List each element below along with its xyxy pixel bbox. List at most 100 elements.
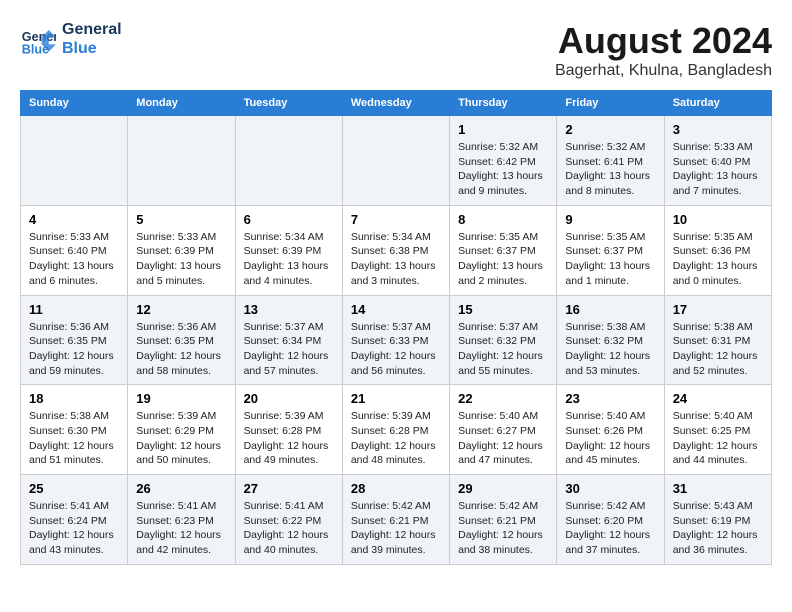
day-cell: 12 Sunrise: 5:36 AM Sunset: 6:35 PM Dayli… xyxy=(128,295,235,385)
day-cell: 17Sunrise: 5:38 AM Sunset: 6:31 PM Dayli… xyxy=(664,295,771,385)
day-info: Sunrise: 5:41 AM Sunset: 6:23 PM Dayligh… xyxy=(136,500,221,556)
day-number: 1 xyxy=(458,122,548,137)
day-number: 31 xyxy=(673,481,763,496)
day-number: 18 xyxy=(29,391,119,406)
day-info: Sunrise: 5:33 AM Sunset: 6:40 PM Dayligh… xyxy=(673,141,758,197)
day-number: 12 xyxy=(136,302,226,317)
day-cell: 7 Sunrise: 5:34 AM Sunset: 6:38 PM Daylig… xyxy=(342,205,449,295)
day-info: Sunrise: 5:38 AM Sunset: 6:32 PM Dayligh… xyxy=(565,321,650,377)
day-info: Sunrise: 5:36 AM Sunset: 6:35 PM Dayligh… xyxy=(29,321,114,377)
day-number: 21 xyxy=(351,391,441,406)
day-info: Sunrise: 5:33 AM Sunset: 6:40 PM Dayligh… xyxy=(29,231,114,287)
header-wednesday: Wednesday xyxy=(342,91,449,116)
day-cell: 29Sunrise: 5:42 AM Sunset: 6:21 PM Dayli… xyxy=(450,475,557,565)
day-cell: 19 Sunrise: 5:39 AM Sunset: 6:29 PM Dayli… xyxy=(128,385,235,475)
day-info: Sunrise: 5:38 AM Sunset: 6:30 PM Dayligh… xyxy=(29,410,114,466)
day-number: 16 xyxy=(565,302,655,317)
day-number: 14 xyxy=(351,302,441,317)
day-info: Sunrise: 5:37 AM Sunset: 6:33 PM Dayligh… xyxy=(351,321,436,377)
day-info: Sunrise: 5:38 AM Sunset: 6:31 PM Dayligh… xyxy=(673,321,758,377)
day-number: 5 xyxy=(136,212,226,227)
day-info: Sunrise: 5:40 AM Sunset: 6:27 PM Dayligh… xyxy=(458,410,543,466)
day-info: Sunrise: 5:37 AM Sunset: 6:32 PM Dayligh… xyxy=(458,321,543,377)
header-row: Sunday Monday Tuesday Wednesday Thursday… xyxy=(21,91,772,116)
day-info: Sunrise: 5:37 AM Sunset: 6:34 PM Dayligh… xyxy=(244,321,329,377)
title-block: August 2024 Bagerhat, Khulna, Bangladesh xyxy=(555,20,772,80)
day-info: Sunrise: 5:39 AM Sunset: 6:28 PM Dayligh… xyxy=(244,410,329,466)
day-info: Sunrise: 5:34 AM Sunset: 6:38 PM Dayligh… xyxy=(351,231,436,287)
day-number: 2 xyxy=(565,122,655,137)
day-cell: 13 Sunrise: 5:37 AM Sunset: 6:34 PM Dayli… xyxy=(235,295,342,385)
day-info: Sunrise: 5:39 AM Sunset: 6:29 PM Dayligh… xyxy=(136,410,221,466)
day-cell: 2 Sunrise: 5:32 AM Sunset: 6:41 PM Daylig… xyxy=(557,116,664,206)
day-cell xyxy=(342,116,449,206)
day-info: Sunrise: 5:40 AM Sunset: 6:26 PM Dayligh… xyxy=(565,410,650,466)
day-number: 26 xyxy=(136,481,226,496)
day-cell: 18 Sunrise: 5:38 AM Sunset: 6:30 PM Dayli… xyxy=(21,385,128,475)
day-cell: 27 Sunrise: 5:41 AM Sunset: 6:22 PM Dayli… xyxy=(235,475,342,565)
logo-name-line1: General xyxy=(62,20,122,39)
day-cell: 23 Sunrise: 5:40 AM Sunset: 6:26 PM Dayli… xyxy=(557,385,664,475)
day-number: 8 xyxy=(458,212,548,227)
day-info: Sunrise: 5:41 AM Sunset: 6:22 PM Dayligh… xyxy=(244,500,329,556)
logo-name-line2: Blue xyxy=(62,39,122,58)
day-cell: 3 Sunrise: 5:33 AM Sunset: 6:40 PM Daylig… xyxy=(664,116,771,206)
week-row-2: 4Sunrise: 5:33 AM Sunset: 6:40 PM Daylig… xyxy=(21,205,772,295)
header-thursday: Thursday xyxy=(450,91,557,116)
header-sunday: Sunday xyxy=(21,91,128,116)
main-title: August 2024 xyxy=(555,20,772,62)
day-cell: 22 Sunrise: 5:40 AM Sunset: 6:27 PM Dayli… xyxy=(450,385,557,475)
day-number: 27 xyxy=(244,481,334,496)
day-info: Sunrise: 5:43 AM Sunset: 6:19 PM Dayligh… xyxy=(673,500,758,556)
day-number: 9 xyxy=(565,212,655,227)
day-cell: 26 Sunrise: 5:41 AM Sunset: 6:23 PM Dayli… xyxy=(128,475,235,565)
week-row-1: 1 Sunrise: 5:32 AM Sunset: 6:42 PM Daylig… xyxy=(21,116,772,206)
day-cell: 11 Sunrise: 5:36 AM Sunset: 6:35 PM Dayli… xyxy=(21,295,128,385)
day-info: Sunrise: 5:34 AM Sunset: 6:39 PM Dayligh… xyxy=(244,231,329,287)
day-info: Sunrise: 5:35 AM Sunset: 6:36 PM Dayligh… xyxy=(673,231,758,287)
day-number: 20 xyxy=(244,391,334,406)
day-info: Sunrise: 5:39 AM Sunset: 6:28 PM Dayligh… xyxy=(351,410,436,466)
day-info: Sunrise: 5:36 AM Sunset: 6:35 PM Dayligh… xyxy=(136,321,221,377)
day-cell: 28Sunrise: 5:42 AM Sunset: 6:21 PM Dayli… xyxy=(342,475,449,565)
logo: General Blue General Blue xyxy=(20,20,122,58)
day-number: 11 xyxy=(29,302,119,317)
day-number: 22 xyxy=(458,391,548,406)
logo-icon: General Blue xyxy=(20,21,56,57)
day-number: 30 xyxy=(565,481,655,496)
day-cell: 6Sunrise: 5:34 AM Sunset: 6:39 PM Daylig… xyxy=(235,205,342,295)
day-number: 24 xyxy=(673,391,763,406)
day-cell: 20 Sunrise: 5:39 AM Sunset: 6:28 PM Dayli… xyxy=(235,385,342,475)
day-cell: 8Sunrise: 5:35 AM Sunset: 6:37 PM Daylig… xyxy=(450,205,557,295)
day-cell: 24 Sunrise: 5:40 AM Sunset: 6:25 PM Dayli… xyxy=(664,385,771,475)
day-number: 15 xyxy=(458,302,548,317)
day-cell: 14 Sunrise: 5:37 AM Sunset: 6:33 PM Dayli… xyxy=(342,295,449,385)
day-cell xyxy=(235,116,342,206)
day-info: Sunrise: 5:32 AM Sunset: 6:41 PM Dayligh… xyxy=(565,141,650,197)
week-row-5: 25Sunrise: 5:41 AM Sunset: 6:24 PM Dayli… xyxy=(21,475,772,565)
day-cell: 4Sunrise: 5:33 AM Sunset: 6:40 PM Daylig… xyxy=(21,205,128,295)
day-info: Sunrise: 5:41 AM Sunset: 6:24 PM Dayligh… xyxy=(29,500,114,556)
day-cell: 1 Sunrise: 5:32 AM Sunset: 6:42 PM Daylig… xyxy=(450,116,557,206)
day-number: 7 xyxy=(351,212,441,227)
day-cell xyxy=(21,116,128,206)
day-number: 23 xyxy=(565,391,655,406)
day-cell: 16 Sunrise: 5:38 AM Sunset: 6:32 PM Dayli… xyxy=(557,295,664,385)
day-number: 19 xyxy=(136,391,226,406)
day-cell: 15 Sunrise: 5:37 AM Sunset: 6:32 PM Dayli… xyxy=(450,295,557,385)
day-cell: 5 Sunrise: 5:33 AM Sunset: 6:39 PM Daylig… xyxy=(128,205,235,295)
header-tuesday: Tuesday xyxy=(235,91,342,116)
day-number: 13 xyxy=(244,302,334,317)
day-cell: 30 Sunrise: 5:42 AM Sunset: 6:20 PM Dayli… xyxy=(557,475,664,565)
subtitle: Bagerhat, Khulna, Bangladesh xyxy=(555,62,772,80)
day-number: 3 xyxy=(673,122,763,137)
day-cell: 9 Sunrise: 5:35 AM Sunset: 6:37 PM Daylig… xyxy=(557,205,664,295)
day-info: Sunrise: 5:33 AM Sunset: 6:39 PM Dayligh… xyxy=(136,231,221,287)
day-number: 10 xyxy=(673,212,763,227)
day-info: Sunrise: 5:32 AM Sunset: 6:42 PM Dayligh… xyxy=(458,141,543,197)
day-info: Sunrise: 5:40 AM Sunset: 6:25 PM Dayligh… xyxy=(673,410,758,466)
header-friday: Friday xyxy=(557,91,664,116)
day-info: Sunrise: 5:42 AM Sunset: 6:21 PM Dayligh… xyxy=(351,500,436,556)
day-info: Sunrise: 5:42 AM Sunset: 6:20 PM Dayligh… xyxy=(565,500,650,556)
day-info: Sunrise: 5:35 AM Sunset: 6:37 PM Dayligh… xyxy=(565,231,650,287)
